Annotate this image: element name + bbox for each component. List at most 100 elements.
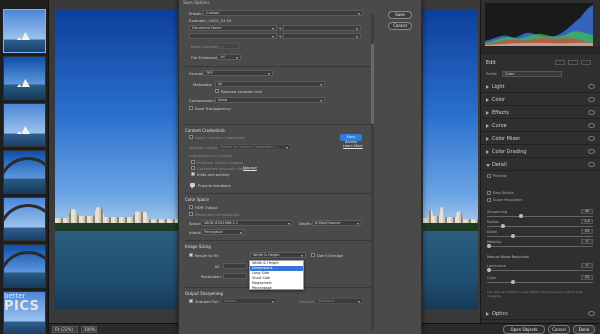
- eye-icon[interactable]: [588, 84, 595, 89]
- name-token-select[interactable]: [283, 25, 361, 31]
- eye-icon[interactable]: [588, 149, 595, 154]
- slider-track[interactable]: [487, 246, 593, 247]
- open-objects-button[interactable]: Open Objects: [503, 325, 545, 334]
- metadata-select[interactable]: All: [215, 81, 325, 87]
- checkbox[interactable]: [487, 174, 491, 178]
- begin-numbering-input[interactable]: [217, 43, 239, 49]
- dropdown-option[interactable]: Percentage: [250, 286, 303, 291]
- max-compat-checkbox[interactable]: [189, 212, 193, 216]
- slider-value[interactable]: 1.0: [581, 219, 593, 224]
- preset-select[interactable]: Custom: [203, 10, 363, 16]
- edits-activity-checkbox[interactable]: [191, 172, 195, 176]
- luminance-slider[interactable]: Luminance 0: [487, 263, 593, 272]
- slider-track[interactable]: [487, 216, 593, 217]
- eye-icon[interactable]: [588, 123, 595, 128]
- resize-to-fit-checkbox[interactable]: [189, 253, 193, 257]
- slider-knob[interactable]: [511, 280, 515, 284]
- eye-icon[interactable]: [588, 97, 595, 102]
- save-transparency-checkbox[interactable]: [189, 106, 193, 110]
- section-optics[interactable]: Optics: [481, 308, 600, 320]
- profile-select[interactable]: Color: [502, 71, 562, 77]
- dialog-scrollbar[interactable]: [371, 14, 374, 330]
- document-name-select[interactable]: Document Name: [189, 25, 277, 31]
- masking-slider[interactable]: Masking 0: [487, 239, 593, 248]
- filmstrip-thumbnail[interactable]: [3, 56, 46, 100]
- fit-zoom-select[interactable]: Fit (22%): [52, 326, 78, 333]
- slider-value[interactable]: 0: [581, 239, 593, 244]
- slider-track[interactable]: [487, 282, 593, 283]
- slider-track[interactable]: [487, 270, 593, 271]
- slider-knob[interactable]: [519, 214, 523, 218]
- section-detail[interactable]: Detail: [481, 159, 600, 171]
- detail-slider[interactable]: Detail 25: [487, 229, 593, 238]
- plus-icon[interactable]: +: [279, 34, 282, 39]
- resolution-input[interactable]: [223, 273, 247, 279]
- filmstrip-thumbnail[interactable]: [3, 197, 46, 241]
- section-effects[interactable]: Effects: [481, 107, 600, 119]
- width-input[interactable]: [223, 263, 247, 269]
- slider-knob[interactable]: [501, 224, 505, 228]
- slider-value[interactable]: 25: [581, 229, 593, 234]
- slider-value[interactable]: 25: [581, 275, 593, 280]
- section-color-grading[interactable]: Color Grading: [481, 146, 600, 158]
- intent-select[interactable]: Perceptual: [201, 229, 245, 235]
- filmstrip-thumbnail[interactable]: [3, 103, 46, 147]
- apply-cc-checkbox[interactable]: [189, 135, 193, 139]
- learn-more-link[interactable]: Learn More: [343, 144, 363, 148]
- eye-icon[interactable]: [588, 162, 595, 167]
- section-light[interactable]: Light: [481, 81, 600, 93]
- save-button[interactable]: Save: [388, 11, 412, 19]
- eye-icon[interactable]: [588, 110, 595, 115]
- hdr-output-checkbox[interactable]: [189, 205, 193, 209]
- slider-track[interactable]: [487, 236, 593, 237]
- dont-enlarge-checkbox[interactable]: [311, 253, 315, 257]
- space-select[interactable]: sRGB IEC61966-2.1: [201, 220, 293, 226]
- filmstrip-thumbnail[interactable]: [3, 244, 46, 288]
- auto-button[interactable]: [555, 60, 565, 65]
- filmstrip-thumbnail[interactable]: [3, 9, 46, 53]
- eye-icon[interactable]: [588, 311, 595, 316]
- hdr-button[interactable]: [581, 60, 591, 65]
- eye-icon[interactable]: [588, 136, 595, 141]
- manage-link[interactable]: Manage: [243, 166, 257, 170]
- done-button[interactable]: Done: [573, 325, 595, 334]
- format-select[interactable]: TIFF: [203, 70, 273, 76]
- connected-accounts-checkbox[interactable]: [191, 166, 195, 170]
- name-token-select-3[interactable]: [283, 33, 361, 39]
- sharpening-slider[interactable]: Sharpening 40: [487, 209, 593, 218]
- dialog-cancel-button[interactable]: Cancel: [388, 22, 412, 30]
- provide-feedback-link[interactable]: Provide feedback: [198, 183, 231, 188]
- filmstrip-thumbnail[interactable]: [3, 150, 46, 194]
- zoom-percent-select[interactable]: 100%: [81, 326, 97, 333]
- scrollbar-thumb[interactable]: [371, 44, 374, 124]
- checkbox[interactable]: [487, 198, 491, 202]
- raw-details-checkbox-row[interactable]: Raw Details: [487, 191, 514, 195]
- super-resolution-checkbox-row[interactable]: Super Resolution: [487, 198, 523, 202]
- slider-value[interactable]: 0: [581, 263, 593, 268]
- sharpen-for-select[interactable]: Screen: [221, 298, 277, 304]
- cancel-button[interactable]: Cancel: [548, 325, 570, 334]
- sharpen-for-checkbox[interactable]: [189, 299, 193, 303]
- slider-knob[interactable]: [487, 268, 491, 272]
- slider-knob[interactable]: [511, 234, 515, 238]
- plus-icon[interactable]: +: [279, 26, 282, 31]
- file-extension-select[interactable]: .tif: [217, 54, 241, 60]
- section-curve[interactable]: Curve: [481, 120, 600, 132]
- section-color[interactable]: Color: [481, 94, 600, 106]
- name-token-select-2[interactable]: [189, 33, 277, 39]
- color-nr-slider[interactable]: Color 25: [487, 275, 593, 284]
- slider-knob[interactable]: [487, 244, 491, 248]
- compression-select[interactable]: None: [215, 97, 325, 103]
- slider-value[interactable]: 40: [581, 209, 593, 214]
- amount-select[interactable]: Standard: [315, 298, 363, 304]
- preview-checkbox-row[interactable]: Preview: [487, 174, 507, 178]
- early-access-button[interactable]: Early Access: [340, 134, 362, 144]
- resize-to-fit-select[interactable]: Width & Height: [250, 252, 306, 258]
- depth-select[interactable]: 8 Bits/Channel: [312, 220, 362, 226]
- remove-location-checkbox[interactable]: [215, 89, 219, 93]
- producer-checkbox[interactable]: [191, 160, 195, 164]
- section-color-mixer[interactable]: Color Mixer: [481, 133, 600, 145]
- radius-slider[interactable]: Radius 1.0: [487, 219, 593, 228]
- bw-button[interactable]: [568, 60, 578, 65]
- storage-method-select[interactable]: Publish to Content Credentials C...: [217, 144, 291, 150]
